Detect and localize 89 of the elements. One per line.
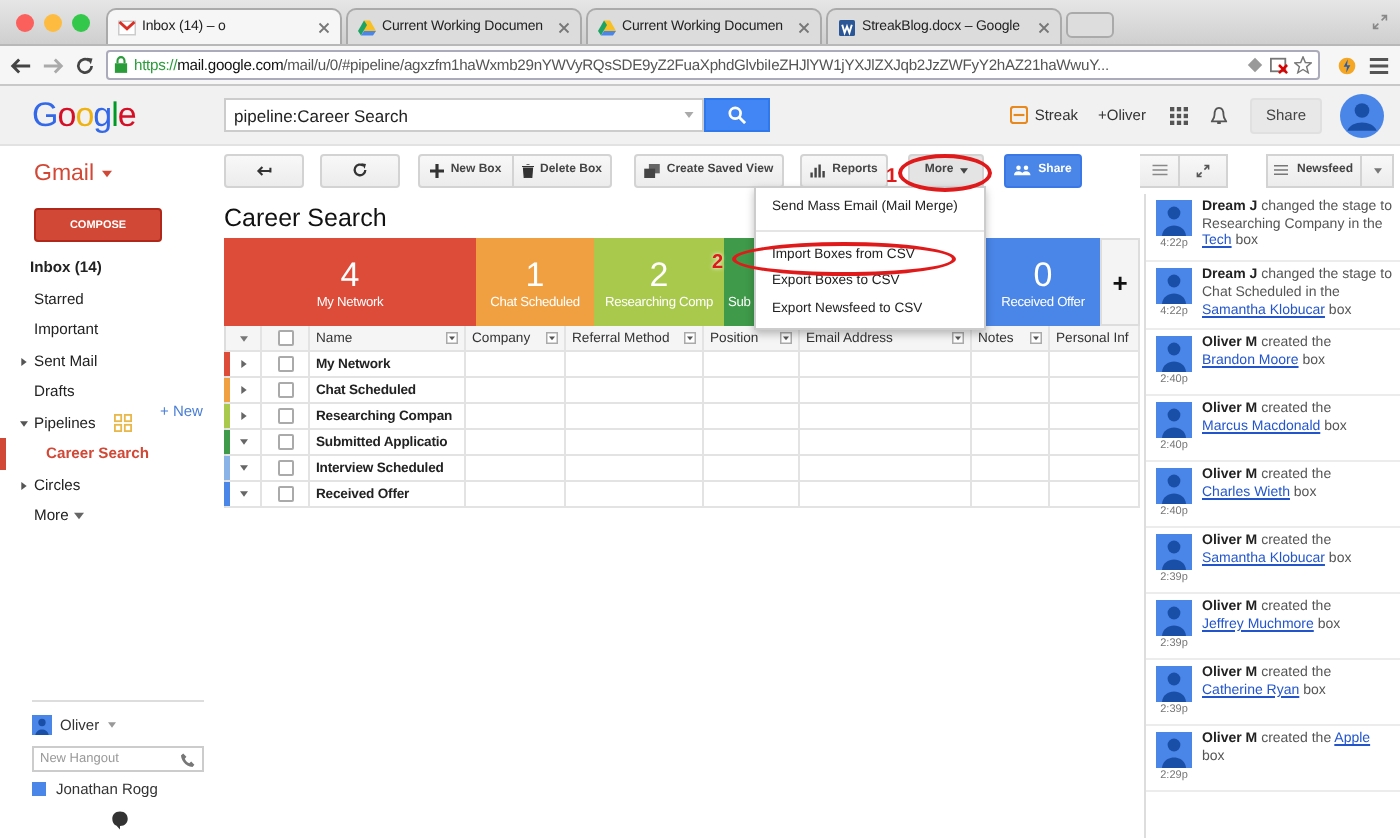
pipeline-title: Career Search [224,202,387,236]
annotation-oval [898,154,992,192]
column-menu-icon[interactable] [446,332,458,344]
list-icon [1274,164,1289,176]
column-menu-icon[interactable] [546,332,558,344]
close-window-icon[interactable] [16,13,34,31]
caret-icon[interactable] [107,721,116,727]
expand-icon[interactable] [240,386,248,394]
caret-icon [959,167,968,173]
expand-icon[interactable] [240,464,248,472]
select-all-checkbox[interactable] [277,330,293,346]
star-icon[interactable] [1294,56,1312,74]
list-icon [1151,164,1167,176]
close-icon[interactable] [798,21,810,33]
expand-icon[interactable] [240,490,248,498]
blocked-popup-icon[interactable] [1270,56,1288,74]
step-number: 1 [886,168,898,188]
column-menu-icon[interactable] [780,332,792,344]
dropdown-icon[interactable] [684,112,694,118]
avatar-icon [1156,468,1192,505]
streak-icon [1010,106,1029,124]
grid-icon [113,413,132,432]
row-checkbox[interactable] [277,408,293,424]
streak-extension-icon[interactable] [1336,55,1358,75]
bar-chart-icon [810,163,827,177]
step-number: 2 [712,254,724,274]
row-checkbox[interactable] [277,434,293,450]
refresh-button[interactable] [320,153,400,187]
refresh-icon [352,162,368,178]
lock-icon [114,56,128,74]
phone-icon[interactable] [180,751,196,767]
close-icon[interactable] [1038,21,1050,33]
expand-icon[interactable] [240,412,248,420]
expand-icon[interactable] [240,360,248,368]
expand-icon[interactable] [20,481,28,489]
google-logo[interactable]: Google [32,95,224,135]
column-menu-icon[interactable] [684,332,696,344]
row-checkbox[interactable] [277,460,293,476]
expand-icon[interactable] [20,419,28,427]
list-view-button[interactable] [1140,153,1180,187]
caret-icon [74,511,85,520]
bell-icon[interactable] [1209,105,1228,125]
search-icon [728,106,746,124]
expand-icon[interactable] [240,438,248,446]
avatar-icon [1156,666,1192,703]
avatar-icon [32,713,52,735]
row-checkbox[interactable] [277,356,293,372]
caret-icon [1373,167,1381,173]
people-icon [1014,164,1033,176]
column-menu-icon[interactable] [952,332,964,344]
search-field[interactable]: pipeline:Career Search [224,98,704,132]
fullscreen-icon[interactable] [1372,14,1388,30]
back-arrow-icon [256,163,272,177]
avatar-icon [1156,336,1192,373]
row-checkbox[interactable] [277,486,293,502]
stack-icon [644,163,661,177]
drive-icon [598,19,616,35]
expand-arrows-icon [1196,163,1210,177]
caret-icon[interactable] [239,335,247,341]
add-stage-button[interactable]: + [1100,238,1140,326]
avatar-icon [1156,732,1192,769]
avatar-icon [1156,534,1192,571]
chat-bubble-icon[interactable] [108,808,132,832]
drive-icon [358,19,376,35]
reload-icon[interactable] [74,55,96,75]
row-checkbox[interactable] [277,382,293,398]
plus-icon [430,163,445,177]
apps-icon[interactable] [1169,105,1188,125]
back-icon[interactable] [10,55,32,75]
gmail-menu[interactable]: Gmail [0,158,113,190]
trash-icon [521,163,534,177]
close-icon[interactable] [318,21,330,33]
document-icon [838,19,856,35]
search-button[interactable] [704,98,770,132]
avatar-icon [32,782,46,796]
column-menu-icon[interactable] [1030,332,1042,344]
extension-icon[interactable] [1246,56,1264,74]
avatar-icon [1156,200,1192,236]
expand-button[interactable] [1180,153,1228,187]
avatar-icon [1156,268,1192,305]
caret-icon [102,170,113,178]
avatar-icon[interactable] [1340,93,1384,137]
menu-icon[interactable] [1368,55,1390,75]
avatar-icon [1156,600,1192,637]
back-button[interactable] [224,153,304,187]
close-icon[interactable] [558,21,570,33]
avatar-icon [1156,402,1192,439]
expand-icon[interactable] [20,357,28,365]
mail-icon [118,19,136,35]
